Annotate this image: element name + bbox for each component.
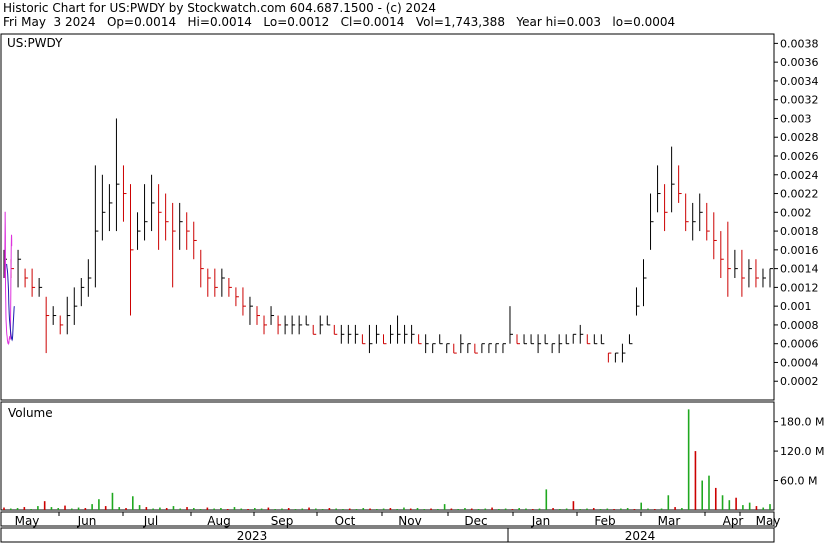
price-tick-label: 0.0022: [780, 188, 819, 201]
symbol-label: US:PWDY: [7, 36, 63, 50]
price-panel-frame: [0, 33, 775, 401]
volume-panel-frame: [0, 401, 775, 511]
month-label: Jul: [143, 514, 158, 528]
price-tick-label: 0.0024: [780, 169, 819, 182]
price-tick-label: 0.0004: [780, 356, 819, 369]
year-label-2024: 2024: [625, 529, 656, 543]
volume-label: Volume: [8, 406, 53, 420]
price-tick-label: 0.0036: [780, 56, 819, 69]
price-tick-label: 0.0008: [780, 319, 819, 332]
price-tick-label: 0.001: [780, 300, 812, 313]
year-label-2023: 2023: [237, 529, 268, 543]
stock-chart: US:PWDY Volume 2023 2024 0.0002 0.0004 0.0…: [0, 33, 824, 543]
price-tick-label: 0.0028: [780, 131, 819, 144]
price-tick-label: 0.003: [780, 112, 812, 125]
month-label: Mar: [658, 514, 681, 528]
price-tick-label: 0.0012: [780, 281, 819, 294]
month-label: May: [756, 514, 781, 528]
volume-tick-label: 60.0 M: [780, 475, 817, 488]
price-tick-label: 0.0038: [780, 37, 819, 50]
price-tick-label: 0.002: [780, 206, 812, 219]
volume-tick-label: 180.0 M: [780, 416, 824, 429]
price-tick-label: 0.0026: [780, 150, 819, 163]
price-tick-label: 0.0016: [780, 244, 819, 257]
year-axis-frame: [0, 527, 775, 543]
month-label: Feb: [594, 514, 615, 528]
price-tick-label: 0.0032: [780, 94, 819, 107]
month-label: Oct: [335, 514, 356, 528]
price-tick-label: 0.0014: [780, 263, 819, 276]
month-label: Dec: [464, 514, 487, 528]
month-label: Apr: [723, 514, 744, 528]
month-label: Aug: [207, 514, 230, 528]
month-label: May: [15, 514, 40, 528]
month-label: Sep: [271, 514, 294, 528]
volume-tick-label: 120.0 M: [780, 445, 824, 458]
month-label: Jan: [531, 514, 551, 528]
price-tick-label: 0.0034: [780, 75, 819, 88]
month-label: Jun: [77, 514, 97, 528]
price-tick-label: 0.0018: [780, 225, 819, 238]
price-tick-label: 0.0002: [780, 375, 819, 388]
price-tick-label: 0.0006: [780, 338, 819, 351]
month-label: Nov: [398, 514, 421, 528]
